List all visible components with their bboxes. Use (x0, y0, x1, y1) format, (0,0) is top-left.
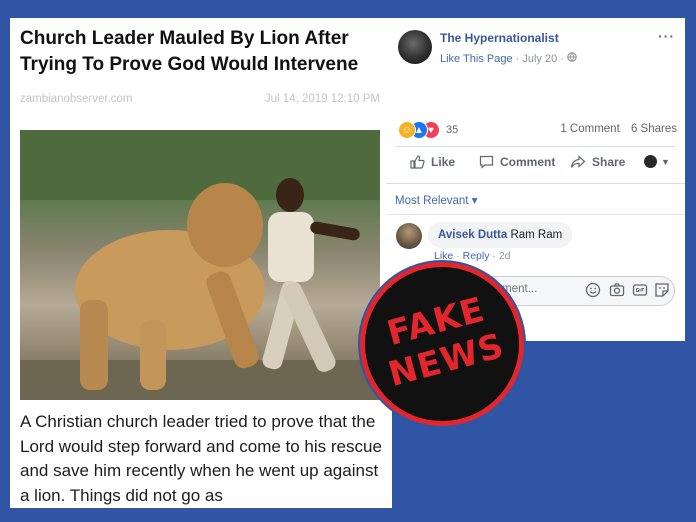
man-arm (310, 221, 360, 241)
comment-button[interactable]: Comment (479, 155, 555, 169)
like-label: Like (431, 155, 456, 169)
comment-icon (479, 155, 494, 169)
like-page-link[interactable]: Like This Page (440, 53, 513, 65)
divider (396, 146, 675, 147)
lion-head (187, 183, 263, 267)
lion-leg (140, 320, 166, 390)
post-actions: Like Comment Share ▼ (396, 153, 675, 175)
page-avatar[interactable] (398, 30, 432, 64)
globe-icon (567, 52, 577, 65)
share-button[interactable]: Share (570, 155, 625, 169)
avatar (644, 155, 657, 168)
camera-icon[interactable] (609, 282, 625, 298)
like-button[interactable]: Like (410, 155, 455, 169)
share-count[interactable]: 6 Shares (631, 123, 677, 135)
comment-like-link[interactable]: Like (434, 250, 453, 262)
sticker-icon[interactable] (654, 282, 670, 298)
lion-leg (80, 300, 108, 390)
fake-news-stamp: FAKE NEWS (360, 262, 524, 426)
gif-icon[interactable] (632, 282, 648, 298)
audience-selector[interactable]: ▼ (644, 155, 670, 168)
article-headline[interactable]: Church Leader Mauled By Lion After Tryin… (20, 26, 382, 78)
commenter-avatar[interactable] (396, 223, 422, 249)
separator: · (515, 53, 520, 65)
thumbs-up-icon (410, 155, 425, 169)
man-shirt (268, 212, 314, 282)
lion-attack-illustration (20, 130, 380, 400)
share-label: Share (592, 155, 626, 169)
article-source[interactable]: zambianobserver.com (20, 93, 133, 105)
divider (386, 214, 685, 215)
post-subline: Like This Page · July 20 · (440, 52, 577, 65)
article-card: Church Leader Mauled By Lion After Tryin… (10, 18, 392, 508)
reaction-count: 35 (446, 124, 459, 136)
comment-bubble: Avisek Dutta Ram Ram (428, 222, 573, 248)
comment-sort-dropdown[interactable]: Most Relevant ▾ (395, 193, 477, 207)
post-date[interactable]: July 20 (522, 53, 557, 65)
article-meta: zambianobserver.com Jul 14, 2019 12:10 P… (20, 93, 380, 109)
chevron-down-icon: ▼ (661, 156, 670, 167)
page-name[interactable]: The Hypernationalist (440, 31, 559, 45)
emoji-icon[interactable] (585, 282, 601, 298)
separator: · (560, 53, 564, 65)
article-body: A Christian church leader tried to prove… (20, 412, 382, 505)
comment-author[interactable]: Avisek Dutta (438, 229, 507, 241)
man-head (276, 178, 304, 212)
divider (386, 183, 685, 184)
comment-text: Ram Ram (510, 229, 563, 241)
haha-icon: ☺ (398, 121, 416, 139)
comment-label: Comment (500, 155, 556, 169)
more-options-icon[interactable]: ··· (658, 28, 675, 44)
share-icon (570, 155, 586, 168)
article-photo (20, 130, 380, 400)
tree-background (20, 130, 380, 200)
article-date: Jul 14, 2019 12:10 PM (264, 93, 380, 105)
engagement-counts: 1 Comment 6 Shares (552, 123, 677, 135)
comment-time[interactable]: 2d (499, 250, 511, 262)
comment-count[interactable]: 1 Comment (560, 123, 619, 135)
